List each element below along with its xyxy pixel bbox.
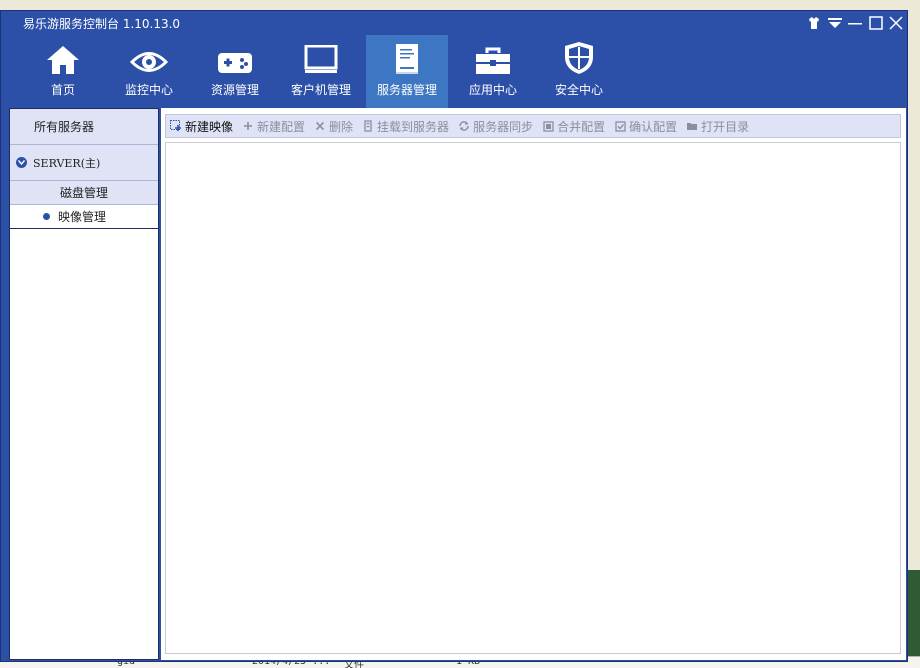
shield-icon: [563, 35, 595, 79]
delete-icon: [314, 120, 326, 132]
main-nav: 首页 监控中心 资源管理 客户机管理 服务器管理 应用中心 安全中心: [1, 35, 907, 109]
open-directory-label: 打开目录: [701, 119, 750, 134]
sidebar-item-label: 映像管理: [58, 210, 107, 224]
sidebar-all-servers-label: 所有服务器: [34, 120, 95, 134]
nav-resource-management[interactable]: 资源管理: [194, 35, 276, 109]
delete-button[interactable]: 删除: [314, 118, 353, 135]
eye-icon: [130, 35, 168, 79]
bullet-icon: [43, 213, 50, 220]
mount-to-server-label: 挂载到服务器: [377, 119, 450, 134]
mount-to-server-button[interactable]: 挂载到服务器: [362, 118, 449, 135]
menu-dropdown-icon[interactable]: [827, 13, 843, 33]
new-config-button[interactable]: 新建配置: [242, 118, 305, 135]
checkbox-icon: [614, 120, 626, 132]
new-image-label: 新建映像: [185, 119, 234, 134]
background-top-strip: [0, 0, 920, 10]
home-icon: [46, 35, 80, 79]
new-config-label: 新建配置: [257, 119, 306, 134]
nav-app-center[interactable]: 应用中心: [452, 35, 534, 109]
merge-config-label: 合并配置: [557, 119, 606, 134]
nav-security-center[interactable]: 安全中心: [538, 35, 620, 109]
sync-icon: [458, 120, 470, 132]
merge-icon: [542, 120, 554, 132]
nav-label-home: 首页: [50, 83, 75, 97]
server-sync-label: 服务器同步: [473, 119, 534, 134]
nav-server-management[interactable]: 服务器管理: [366, 35, 448, 109]
maximize-icon[interactable]: [869, 13, 883, 33]
new-image-icon: [170, 120, 182, 132]
image-toolbar: 新建映像 新建配置 删除 挂载到服务器 服务器同步 合并配置 确认配置 打开目录: [165, 114, 901, 138]
gamepad-icon: [217, 35, 253, 79]
server-sync-button[interactable]: 服务器同步: [458, 118, 533, 135]
nav-label-resource-management: 资源管理: [210, 83, 259, 97]
sidebar-group-label: 磁盘管理: [59, 186, 108, 200]
sidebar-group-disk-management[interactable]: 磁盘管理: [10, 181, 158, 205]
new-image-button[interactable]: 新建映像: [170, 118, 233, 135]
skin-icon[interactable]: [807, 13, 821, 33]
confirm-config-button[interactable]: 确认配置: [614, 118, 677, 135]
close-icon[interactable]: [889, 13, 903, 33]
nav-home[interactable]: 首页: [22, 35, 104, 109]
merge-config-button[interactable]: 合并配置: [542, 118, 605, 135]
minimize-icon[interactable]: [847, 13, 863, 33]
server-icon: [394, 35, 420, 79]
server-sidebar: 所有服务器 SERVER(主) 磁盘管理 映像管理: [9, 108, 159, 660]
sidebar-item-image-management[interactable]: 映像管理: [10, 205, 158, 229]
nav-label-server-management: 服务器管理: [376, 83, 437, 97]
nav-label-client-management: 客户机管理: [290, 83, 351, 97]
open-directory-button[interactable]: 打开目录: [686, 118, 749, 135]
folder-icon: [686, 120, 698, 132]
plus-icon: [242, 120, 254, 132]
nav-client-management[interactable]: 客户机管理: [280, 35, 362, 109]
window-title: 易乐游服务控制台 1.10.13.0: [23, 17, 181, 31]
sidebar-all-servers[interactable]: 所有服务器: [10, 109, 158, 145]
title-bar: 易乐游服务控制台 1.10.13.0: [1, 11, 907, 35]
nav-monitor-center[interactable]: 监控中心: [108, 35, 190, 109]
main-panel: 新建映像 新建配置 删除 挂载到服务器 服务器同步 合并配置 确认配置 打开目录: [161, 108, 906, 660]
confirm-config-label: 确认配置: [629, 119, 678, 134]
sidebar-server-label: SERVER(主): [33, 156, 101, 170]
image-list-area[interactable]: [165, 142, 901, 654]
chevron-down-icon[interactable]: [16, 157, 27, 168]
sidebar-server-node[interactable]: SERVER(主): [10, 145, 158, 181]
background-green-edge: [908, 570, 920, 668]
delete-label: 删除: [329, 119, 354, 134]
nav-label-monitor-center: 监控中心: [124, 83, 173, 97]
toolbox-icon: [475, 35, 511, 79]
nav-label-security-center: 安全中心: [554, 83, 603, 97]
mount-icon: [362, 120, 374, 132]
nav-label-app-center: 应用中心: [468, 83, 517, 97]
monitor-icon: [304, 35, 338, 79]
